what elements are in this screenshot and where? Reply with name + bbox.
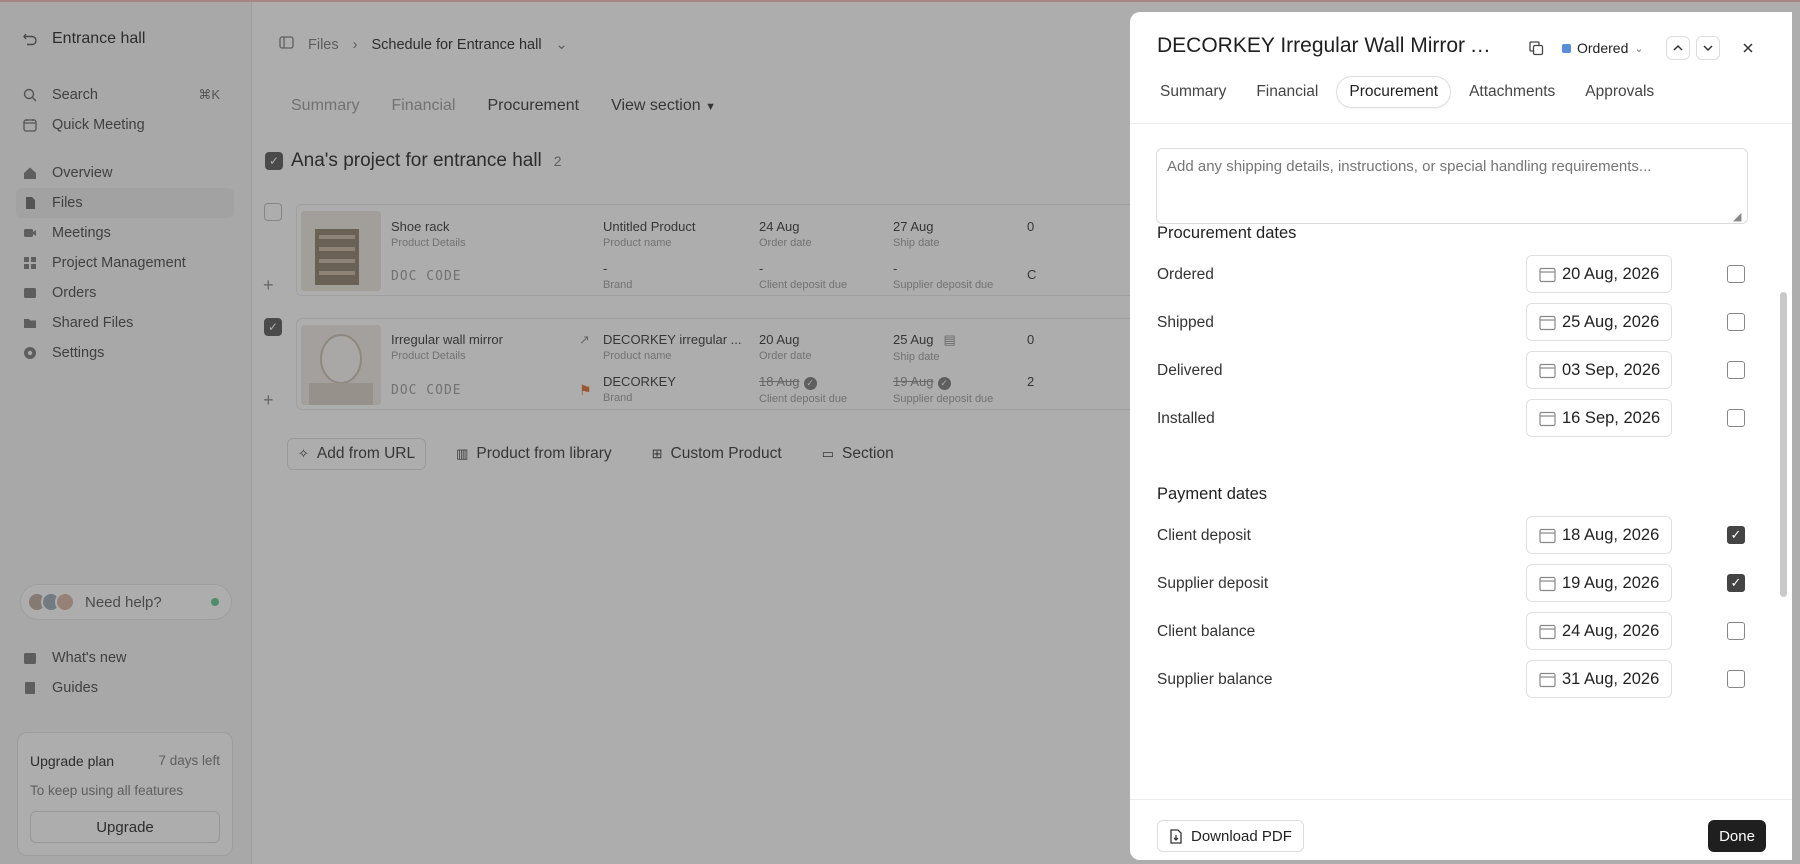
date-value: 31 Aug, 2026	[1562, 669, 1660, 688]
next-item-button[interactable]	[1696, 36, 1720, 60]
calendar-icon	[1539, 267, 1556, 282]
tab-attachments[interactable]: Attachments	[1457, 76, 1567, 108]
calendar-icon	[1539, 576, 1556, 591]
supplier-balance-date-picker[interactable]: 31 Aug, 2026	[1526, 660, 1672, 698]
calendar-icon	[1539, 672, 1556, 687]
date-row-label: Delivered	[1157, 362, 1223, 379]
date-row-label: Installed	[1157, 410, 1215, 427]
date-row-label: Supplier balance	[1157, 671, 1273, 688]
close-drawer-button[interactable]	[1736, 36, 1760, 60]
calendar-icon	[1539, 315, 1556, 330]
date-value: 16 Sep, 2026	[1562, 408, 1661, 427]
resize-handle-icon[interactable]: ◢	[1733, 210, 1741, 223]
date-value: 20 Aug, 2026	[1562, 264, 1660, 283]
scrollbar-thumb[interactable]	[1780, 292, 1787, 597]
date-value: 18 Aug, 2026	[1562, 525, 1660, 544]
supplier-deposit-checkbox[interactable]: ✓	[1727, 574, 1745, 592]
chevron-down-icon: ⌄	[1634, 42, 1644, 55]
shipped-checkbox[interactable]	[1727, 313, 1745, 331]
status-label: Ordered	[1577, 40, 1629, 56]
date-row-label: Client balance	[1157, 623, 1256, 640]
ordered-date-picker[interactable]: 20 Aug, 2026	[1526, 255, 1672, 293]
date-value: 19 Aug, 2026	[1562, 573, 1660, 592]
done-button[interactable]: Done	[1708, 820, 1766, 852]
date-value: 25 Aug, 2026	[1562, 312, 1660, 331]
previous-item-button[interactable]	[1666, 36, 1690, 60]
installed-date-picker[interactable]: 16 Sep, 2026	[1526, 399, 1672, 437]
date-row-label: Shipped	[1157, 314, 1214, 331]
copy-icon[interactable]	[1524, 36, 1548, 60]
procurement-dates-heading: Procurement dates	[1157, 224, 1297, 242]
calendar-icon	[1539, 528, 1556, 543]
chevron-up-icon	[1673, 44, 1683, 51]
installed-checkbox[interactable]	[1727, 409, 1745, 427]
ordered-checkbox[interactable]	[1727, 265, 1745, 283]
delivered-checkbox[interactable]	[1727, 361, 1745, 379]
status-color-dot	[1562, 43, 1571, 53]
drawer-footer: Download PDF Done	[1130, 799, 1792, 860]
calendar-icon	[1539, 363, 1556, 378]
shipping-notes-textarea[interactable]	[1156, 148, 1748, 224]
drawer-body: ◢ Procurement dates Ordered 20 Aug, 2026…	[1130, 124, 1792, 799]
supplier-deposit-date-picker[interactable]: 19 Aug, 2026	[1526, 564, 1672, 602]
payment-dates-heading: Payment dates	[1157, 485, 1268, 503]
product-drawer: DECORKEY Irregular Wall Mirror A... Orde…	[1130, 12, 1792, 860]
client-deposit-checkbox[interactable]: ✓	[1727, 526, 1745, 544]
date-row-label: Supplier deposit	[1157, 575, 1269, 592]
date-value: 03 Sep, 2026	[1562, 360, 1661, 379]
tab-summary[interactable]: Summary	[1148, 76, 1238, 108]
download-pdf-button[interactable]: Download PDF	[1157, 820, 1304, 852]
chevron-down-icon	[1703, 45, 1713, 52]
tab-procurement[interactable]: Procurement	[1336, 76, 1452, 108]
drawer-tabs: Summary Financial Procurement Attachment…	[1148, 76, 1666, 108]
shipped-date-picker[interactable]: 25 Aug, 2026	[1526, 303, 1672, 341]
date-row-label: Ordered	[1157, 266, 1214, 283]
delivered-date-picker[interactable]: 03 Sep, 2026	[1526, 351, 1672, 389]
status-dropdown[interactable]: Ordered ⌄	[1554, 36, 1652, 60]
tab-approvals[interactable]: Approvals	[1573, 76, 1666, 108]
close-icon	[1743, 43, 1753, 53]
calendar-icon	[1539, 411, 1556, 426]
client-balance-checkbox[interactable]	[1727, 622, 1745, 640]
download-pdf-label: Download PDF	[1191, 827, 1292, 845]
file-download-icon	[1170, 828, 1182, 844]
tab-financial[interactable]: Financial	[1244, 76, 1330, 108]
supplier-balance-checkbox[interactable]	[1727, 670, 1745, 688]
client-balance-date-picker[interactable]: 24 Aug, 2026	[1526, 612, 1672, 650]
date-value: 24 Aug, 2026	[1562, 621, 1660, 640]
client-deposit-date-picker[interactable]: 18 Aug, 2026	[1526, 516, 1672, 554]
calendar-icon	[1539, 624, 1556, 639]
drawer-title: DECORKEY Irregular Wall Mirror A...	[1157, 34, 1497, 57]
date-row-label: Client deposit	[1157, 527, 1251, 544]
